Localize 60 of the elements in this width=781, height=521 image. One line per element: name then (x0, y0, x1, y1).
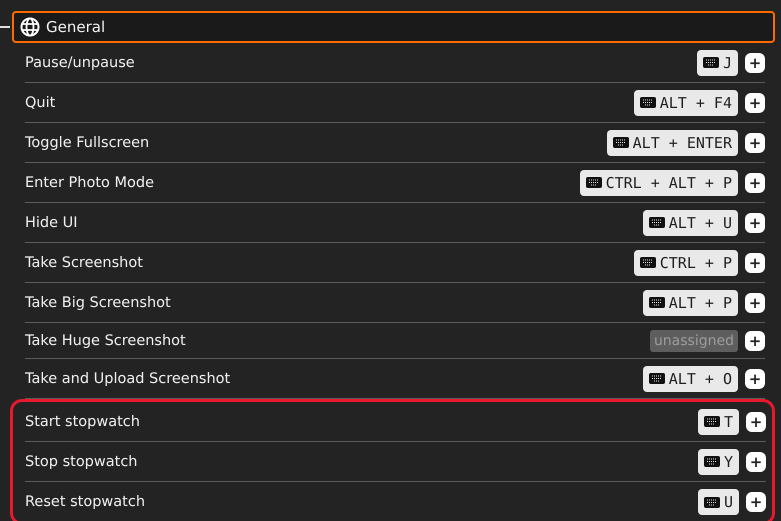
action-label: Start stopwatch (25, 414, 141, 430)
add-binding-button[interactable]: + (746, 452, 766, 472)
add-binding-button[interactable]: + (746, 492, 766, 512)
add-binding-button[interactable]: + (745, 92, 765, 112)
add-binding-button[interactable]: + (745, 132, 765, 152)
key-binding[interactable]: ALT + P (642, 290, 738, 316)
key-text: J (722, 54, 732, 72)
keyboard-icon (702, 57, 719, 68)
key-text: T (724, 412, 733, 430)
key-binding[interactable]: CTRL + P (634, 250, 738, 276)
keyboard-icon (704, 416, 720, 427)
action-label: Reset stopwatch (25, 494, 146, 510)
key-text: Y (724, 452, 733, 470)
keyboard-icon (648, 373, 665, 384)
add-binding-button[interactable]: + (745, 252, 765, 272)
keyboard-icon (648, 217, 665, 228)
key-text: ALT + U (668, 214, 732, 232)
section-title: General (46, 18, 106, 36)
section-header[interactable]: General (12, 11, 775, 43)
keyboard-icon (612, 137, 629, 148)
key-binding[interactable]: ALT + O (642, 366, 738, 392)
key-binding[interactable]: CTRL + ALT + P (580, 170, 738, 196)
key-text: CTRL + P (660, 254, 732, 272)
action-label: Take Huge Screenshot (25, 332, 187, 348)
add-binding-button[interactable]: + (745, 330, 765, 350)
keyboard-icon (704, 496, 720, 508)
key-binding[interactable]: ALT + U (642, 210, 738, 236)
add-binding-button[interactable]: + (745, 212, 765, 232)
key-text: CTRL + ALT + P (606, 174, 732, 192)
action-label: Quit (25, 94, 56, 110)
add-binding-button[interactable]: + (746, 412, 766, 432)
key-binding[interactable]: ALT + F4 (634, 90, 738, 116)
action-label: Toggle Fullscreen (25, 134, 150, 150)
action-label: Hide UI (25, 214, 79, 230)
action-label: Take Screenshot (25, 254, 144, 270)
keyboard-icon (704, 456, 720, 467)
add-binding-button[interactable]: + (745, 52, 765, 72)
key-binding[interactable]: Y (698, 448, 739, 474)
key-binding[interactable]: ALT + ENTER (606, 130, 738, 156)
action-label: Stop stopwatch (25, 454, 138, 470)
action-label: Pause/unpause (25, 54, 136, 70)
key-text: ALT + P (668, 294, 732, 312)
add-binding-button[interactable]: + (745, 368, 765, 388)
add-binding-button[interactable]: + (745, 172, 765, 192)
keyboard-icon (648, 297, 665, 308)
key-text: ALT + F4 (660, 94, 732, 112)
action-label: Enter Photo Mode (25, 174, 156, 190)
action-label: Take Big Screenshot (25, 294, 172, 310)
action-label: Take and Upload Screenshot (25, 370, 232, 386)
globe-icon (20, 17, 40, 37)
key-text: ALT + ENTER (632, 134, 732, 152)
key-text: ALT + O (668, 370, 732, 388)
keyboard-icon (640, 97, 656, 108)
key-text: U (724, 493, 733, 511)
key-binding[interactable]: T (698, 408, 739, 434)
add-binding-button[interactable]: + (745, 292, 765, 312)
keyboard-icon (640, 257, 656, 268)
key-binding[interactable]: J (696, 50, 738, 76)
key-binding[interactable]: U (698, 489, 739, 515)
keyboard-icon (586, 177, 602, 188)
